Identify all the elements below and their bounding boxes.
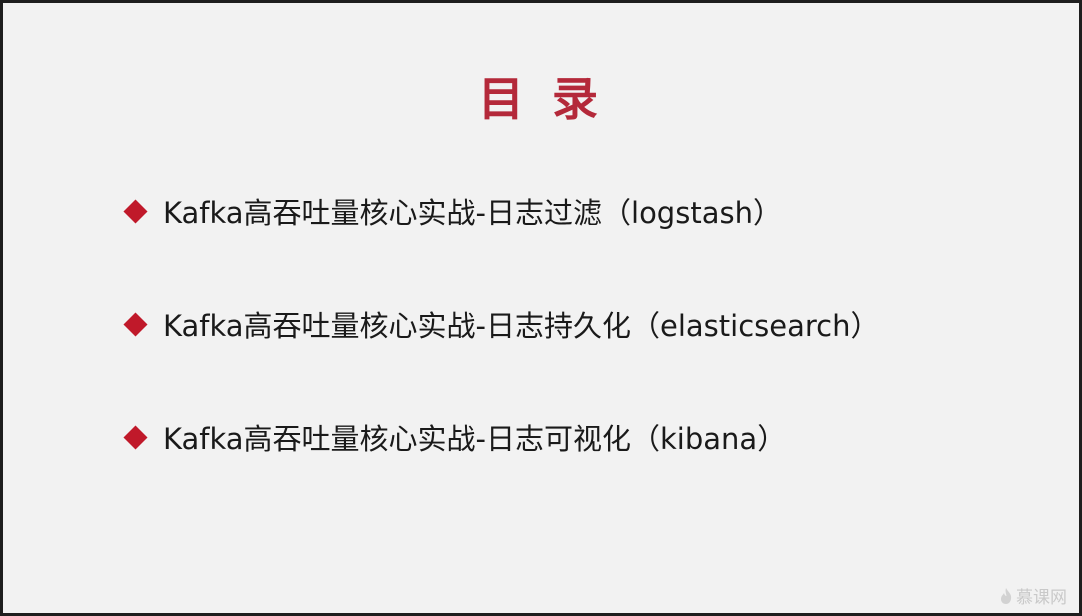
toc-item-label: Kafka高吞吐量核心实战-日志持久化（elasticsearch） [163, 309, 880, 343]
toc-item-label: Kafka高吞吐量核心实战-日志过滤（logstash） [163, 196, 782, 230]
diamond-bullet-icon [123, 312, 148, 337]
brand-watermark: 慕课网 [999, 583, 1067, 608]
toc-item: Kafka高吞吐量核心实战-日志持久化（elasticsearch） [123, 306, 1023, 346]
diamond-bullet-icon [123, 425, 148, 450]
slide-title: 目 录 [477, 72, 604, 126]
toc-item: Kafka高吞吐量核心实战-日志可视化（kibana） [123, 419, 1023, 459]
toc-item-label: Kafka高吞吐量核心实战-日志可视化（kibana） [163, 422, 787, 456]
brand-name: 慕课网 [1016, 588, 1067, 608]
diamond-bullet-icon [123, 199, 148, 224]
flame-icon [999, 587, 1013, 605]
toc-list: Kafka高吞吐量核心实战-日志过滤（logstash） Kafka高吞吐量核心… [123, 193, 1023, 532]
slide: 目 录 Kafka高吞吐量核心实战-日志过滤（logstash） Kafka高吞… [0, 0, 1082, 616]
toc-item: Kafka高吞吐量核心实战-日志过滤（logstash） [123, 193, 1023, 233]
